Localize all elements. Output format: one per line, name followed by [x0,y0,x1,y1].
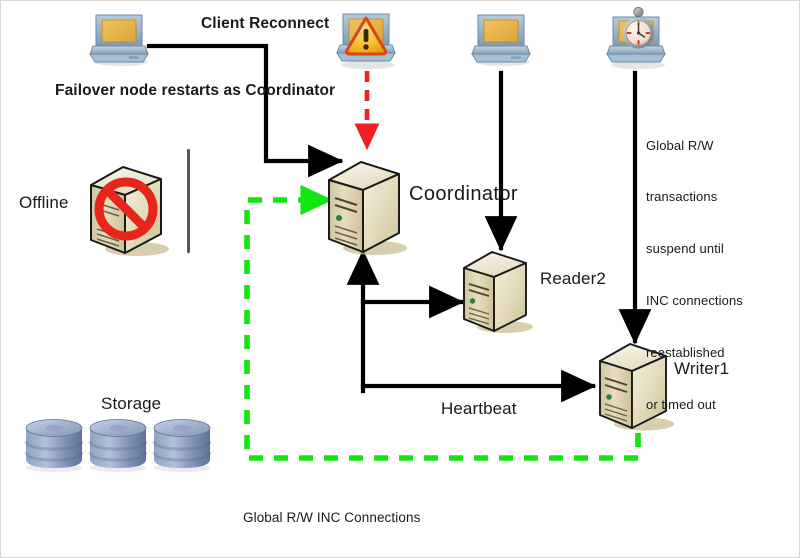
server-offline-icon [79,161,179,261]
server-icon [317,156,417,261]
database-disks-icon [23,418,213,476]
failover-restart-label: Failover node restarts as Coordinator [55,82,336,99]
diagram-canvas: Client Reconnect Failover node restarts … [0,0,800,558]
timeout-note: Global R/W transactions suspend until IN… [646,102,743,448]
computer-stopwatch-icon [605,6,669,71]
reader2-label: Reader2 [540,269,606,288]
computer-warning-icon [335,10,399,72]
footer-note: Global R/W INC Connections automatically… [243,470,604,557]
client-reconnect-label: Client Reconnect [201,15,330,32]
timeout-note-line: suspend until [646,241,724,257]
timeout-note-line: reestablished [646,344,725,360]
timeout-note-line: transactions [646,189,718,205]
stopwatch-icon [623,6,654,49]
footer-note-line: Global R/W INC Connections [243,510,421,526]
timeout-note-line: or timed out [646,396,716,412]
inc-reconnect-path [244,184,641,461]
section-divider [187,149,190,253]
storage-label: Storage [101,394,162,413]
timeout-note-line: INC connections [646,293,743,309]
heartbeat-label: Heartbeat [441,399,517,418]
timeout-note-line: Global R/W [646,137,714,153]
server-icon [453,247,541,339]
coordinator-label: Coordinator [409,183,518,205]
desktop-computer-icon [471,12,533,68]
offline-label: Offline [19,193,69,212]
client-reconnect-path [146,43,344,178]
desktop-computer-icon [89,12,151,68]
